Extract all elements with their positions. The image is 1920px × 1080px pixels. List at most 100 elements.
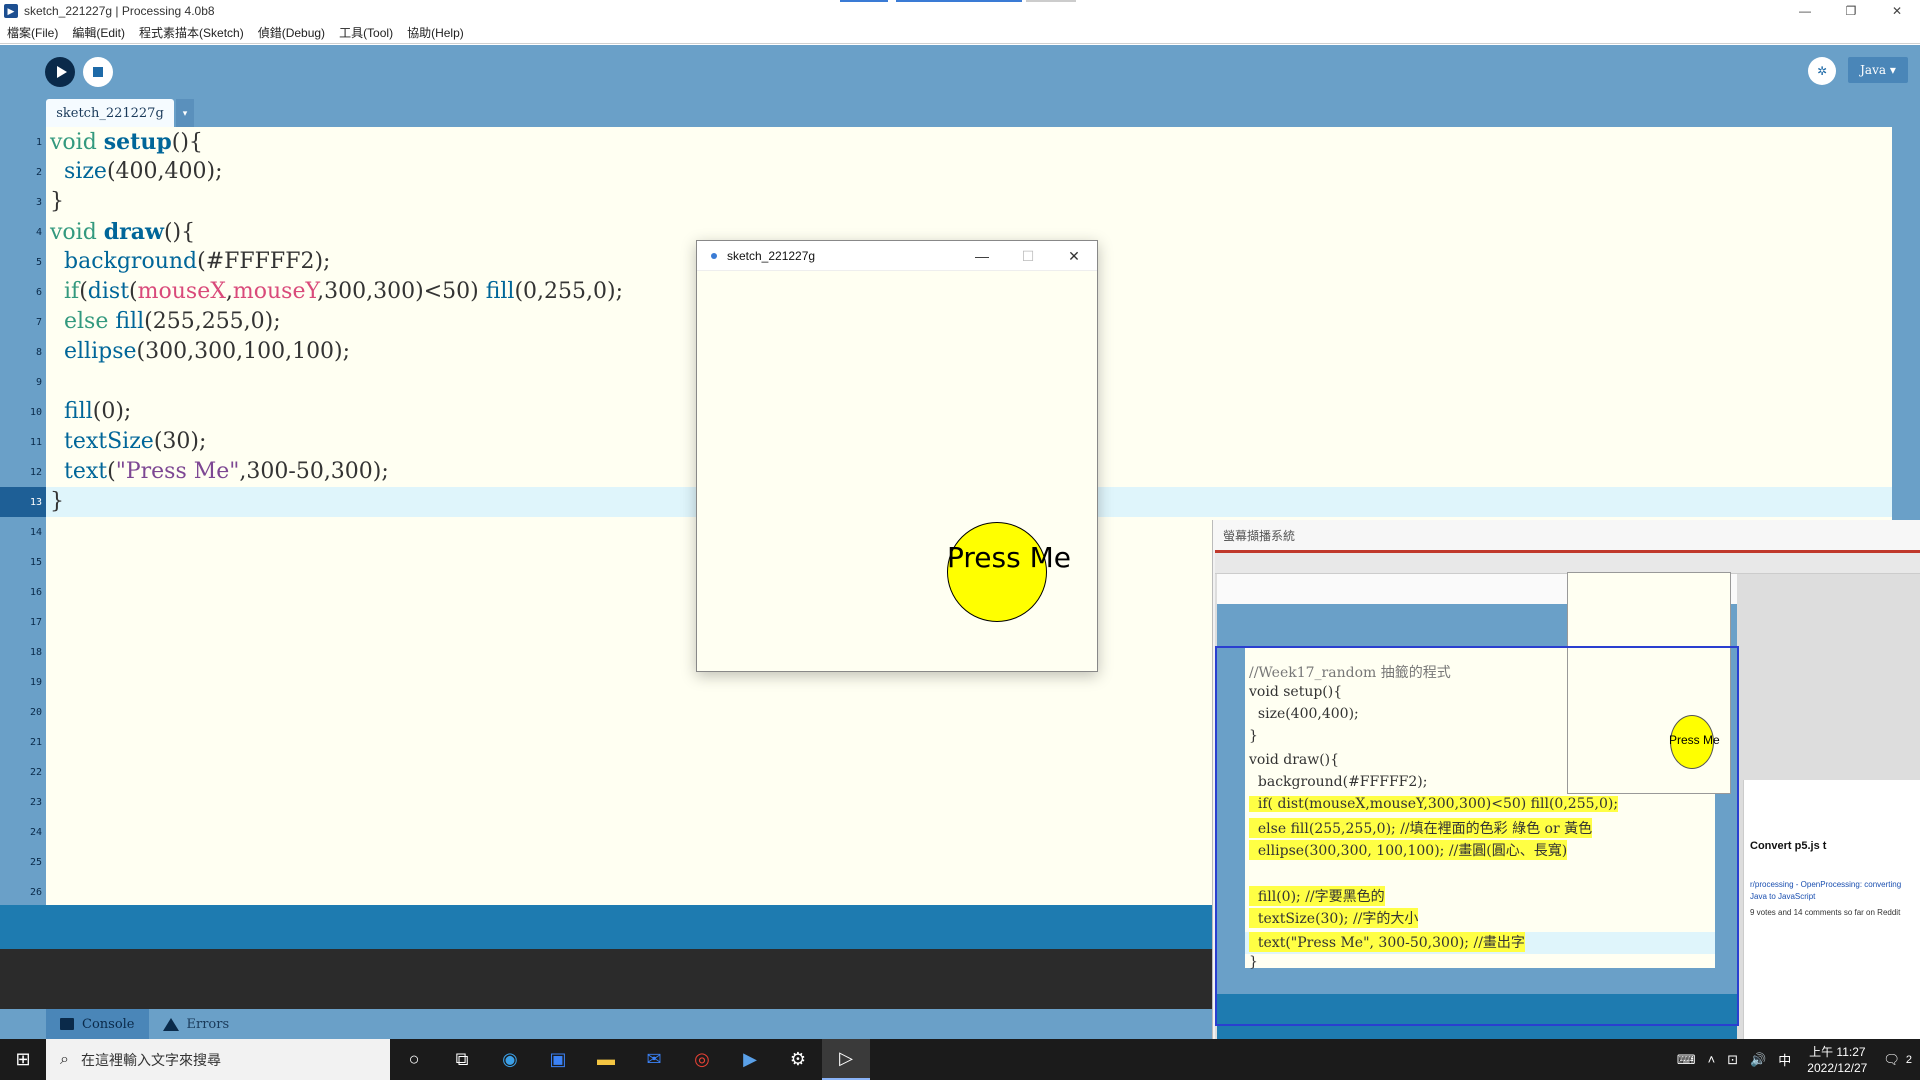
line-number: 22 <box>29 767 42 778</box>
errors-tab[interactable]: Errors <box>149 1009 244 1039</box>
code-line: if(dist(mouseX,mouseY,300,300)<50) fill(… <box>64 279 624 304</box>
recorder-preview-browser: Convert p5.js t r/processing - OpenProce… <box>1743 780 1920 1040</box>
file-explorer-icon[interactable]: ▬ <box>582 1039 630 1080</box>
taskbar-search[interactable]: ⌕ 在這裡輸入文字來搜尋 <box>46 1039 390 1080</box>
code-line: } <box>50 489 64 514</box>
recorder-title: 螢幕擷播系統 <box>1213 520 1920 550</box>
processing-taskbar-icon[interactable]: ▶ <box>726 1039 774 1080</box>
title-progress-strips <box>840 0 1080 3</box>
ime-indicator[interactable]: 中 <box>1778 1050 1791 1069</box>
line-number: 9 <box>35 377 42 388</box>
network-icon[interactable]: ⊡ <box>1727 1052 1738 1068</box>
chevron-up-icon[interactable]: ˄ <box>1708 1052 1716 1067</box>
windows-start-icon[interactable]: ⊞ <box>0 1039 46 1080</box>
code-line: size(400,400); <box>64 159 223 184</box>
code-line: void setup(){ <box>50 129 203 155</box>
menu-sketch[interactable]: 程式素描本(Sketch) <box>132 24 251 41</box>
menu-debug[interactable]: 偵錯(Debug) <box>251 24 332 41</box>
line-number: 25 <box>29 857 42 868</box>
sketch-window-titlebar[interactable]: sketch_221227g — ☐ ✕ <box>697 241 1097 271</box>
menu-file[interactable]: 檔案(File) <box>0 24 65 41</box>
processing-app-icon: ▶ <box>4 4 18 18</box>
taskbar: ⊞ ⌕ 在這裡輸入文字來搜尋 ○ ⧉ ◉ ▣ ▬ ✉ ◎ ▶ ⚙ ▷ ⌨ ˄ ⊡… <box>0 1039 1920 1080</box>
line-number: 1 <box>35 137 42 148</box>
minimize-button[interactable]: — <box>1782 0 1828 22</box>
line-number: 12 <box>29 467 42 478</box>
chrome-icon[interactable]: ◎ <box>678 1039 726 1080</box>
running-sketch-icon[interactable]: ▷ <box>822 1039 870 1080</box>
recorder-capture-region[interactable] <box>1215 646 1739 1026</box>
line-number: 26 <box>29 887 42 898</box>
browser-result-link: r/processing - OpenProcessing: convertin… <box>1750 880 1902 889</box>
tab-sketch[interactable]: sketch_221227g <box>46 99 174 127</box>
recorder-preview-tabbar <box>1215 550 1920 574</box>
line-number: 17 <box>29 617 42 628</box>
line-number: 11 <box>29 437 42 448</box>
run-button[interactable] <box>45 57 75 87</box>
line-number: 14 <box>29 527 42 538</box>
edge-browser-icon[interactable]: ◉ <box>486 1039 534 1080</box>
code-line: ellipse(300,300,100,100); <box>64 339 351 364</box>
line-number: 4 <box>35 227 42 238</box>
task-view-icon[interactable]: ⧉ <box>438 1039 486 1080</box>
menu-help[interactable]: 協助(Help) <box>400 24 471 41</box>
screen-recorder-window[interactable]: 螢幕擷播系統 //Week17_random 抽籤的程式 void setup(… <box>1212 520 1920 1040</box>
line-number: 8 <box>35 347 42 358</box>
sketch-output-window[interactable]: sketch_221227g — ☐ ✕ Press Me <box>696 240 1098 672</box>
browser-result-link-2: Java to JavaScript <box>1750 892 1816 901</box>
cortana-icon[interactable]: ○ <box>390 1039 438 1080</box>
line-number: 10 <box>29 407 42 418</box>
code-line: fill(0); <box>64 399 132 424</box>
debug-icon[interactable]: ✲ <box>1808 57 1836 85</box>
stop-icon <box>93 67 103 77</box>
code-line: } <box>50 189 64 214</box>
tab-strip: sketch_221227g ▾ <box>0 99 1920 127</box>
store-icon[interactable]: ▣ <box>534 1039 582 1080</box>
clock-time: 上午 11:27 <box>1809 1044 1866 1059</box>
notification-icon[interactable]: 🗨 <box>1883 1052 1900 1068</box>
line-number: 13 <box>29 497 42 508</box>
line-number: 21 <box>29 737 42 748</box>
line-number: 2 <box>35 167 42 178</box>
system-tray: ⌨ ˄ ⊡ 🔊 中 上午 11:27 2022/12/27 🗨 2 <box>1671 1039 1920 1080</box>
console-tab-label: Console <box>82 1016 135 1032</box>
sketch-close-button[interactable]: ✕ <box>1051 241 1097 271</box>
sketch-window-controls: — ☐ ✕ <box>959 241 1097 271</box>
sketch-canvas[interactable]: Press Me <box>697 272 1097 672</box>
settings-icon[interactable]: ⚙ <box>774 1039 822 1080</box>
line-number: 20 <box>29 707 42 718</box>
volume-icon[interactable]: 🔊 <box>1750 1052 1766 1068</box>
stop-button[interactable] <box>83 57 113 87</box>
code-line: void draw(){ <box>50 219 196 245</box>
window-title: sketch_221227g | Processing 4.0b8 <box>24 4 215 18</box>
tab-menu-button[interactable]: ▾ <box>176 99 194 127</box>
code-line: text("Press Me",300-50,300); <box>64 459 389 484</box>
recorder-preview-red-strip <box>1215 550 1920 553</box>
menu-tool[interactable]: 工具(Tool) <box>332 24 400 41</box>
warning-icon <box>162 1017 179 1031</box>
console-tab[interactable]: Console <box>46 1009 149 1039</box>
browser-result-title: Convert p5.js t <box>1750 840 1827 852</box>
code-line: background(#FFFFF2); <box>64 249 331 274</box>
recorder-preview: //Week17_random 抽籤的程式 void setup(){ size… <box>1215 550 1920 1040</box>
line-number: 23 <box>29 797 42 808</box>
clock[interactable]: 上午 11:27 2022/12/27 <box>1807 1044 1867 1076</box>
search-icon: ⌕ <box>60 1050 69 1068</box>
sketch-minimize-button[interactable]: — <box>959 241 1005 271</box>
restore-button[interactable]: ❐ <box>1828 0 1874 22</box>
mode-selector[interactable]: Java ▾ <box>1848 57 1908 83</box>
menu-bar: 檔案(File) 編輯(Edit) 程式素描本(Sketch) 偵錯(Debug… <box>0 22 1920 44</box>
sketch-window-title: sketch_221227g <box>727 248 816 263</box>
line-number-gutter: 1 2 3 4 5 6 7 8 9 10 11 12 13 14 15 16 17 18 19 20 21 22 23 24 2… <box>0 127 46 905</box>
keyboard-icon[interactable]: ⌨ <box>1677 1052 1696 1068</box>
sketch-maximize-button[interactable]: ☐ <box>1005 241 1051 271</box>
menu-edit[interactable]: 編輯(Edit) <box>65 24 132 41</box>
mail-icon[interactable]: ✉ <box>630 1039 678 1080</box>
line-number: 5 <box>35 257 42 268</box>
line-number: 3 <box>35 197 42 208</box>
clock-date: 2022/12/27 <box>1807 1060 1868 1075</box>
line-number: 7 <box>35 317 42 328</box>
close-button[interactable]: ✕ <box>1874 0 1920 22</box>
window-controls: — ❐ ✕ <box>1782 0 1920 22</box>
taskbar-search-placeholder: 在這裡輸入文字來搜尋 <box>80 1051 221 1068</box>
